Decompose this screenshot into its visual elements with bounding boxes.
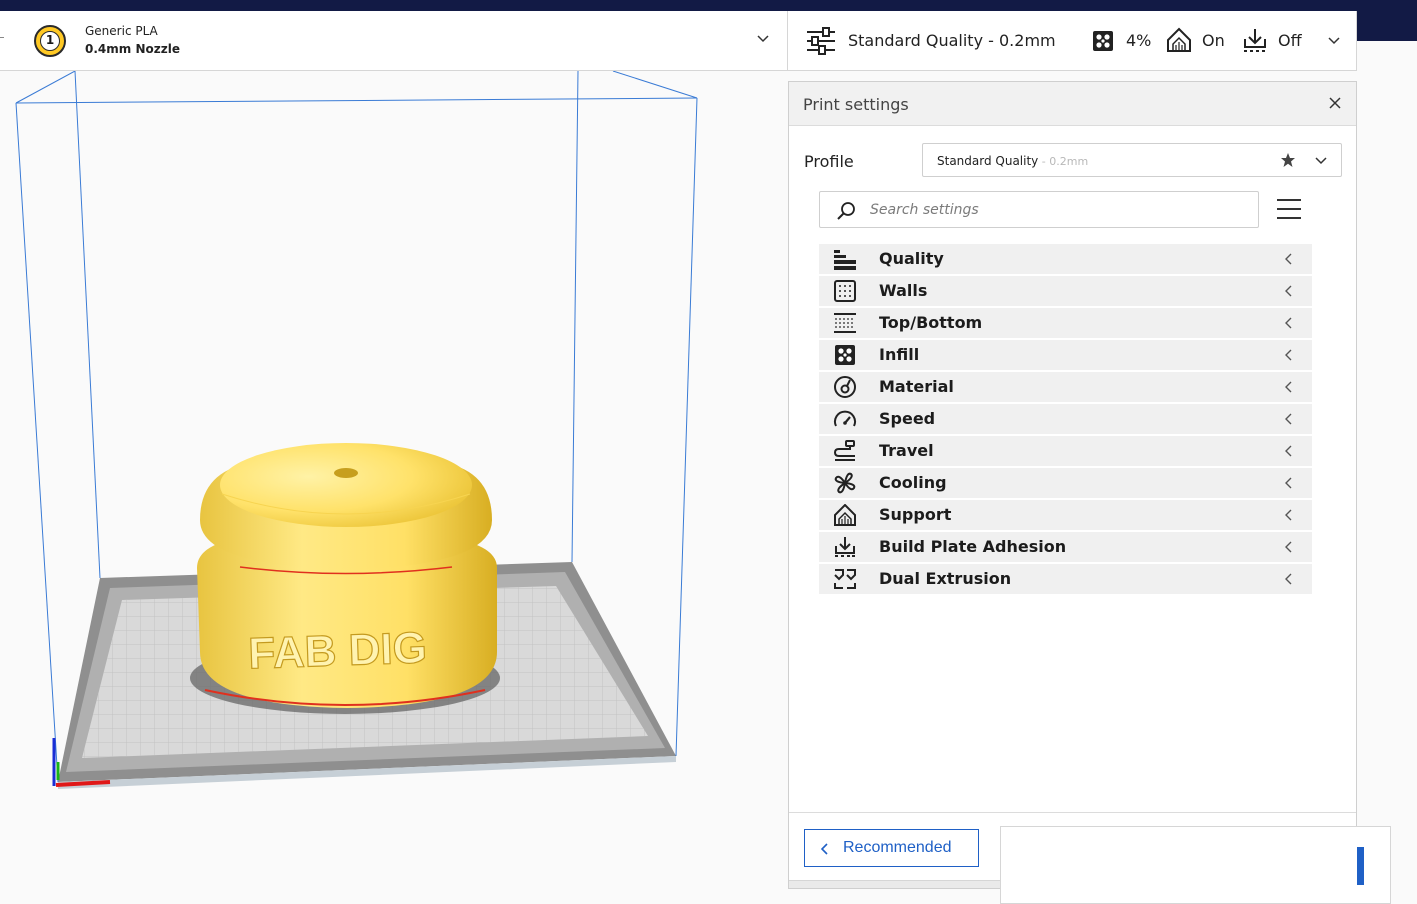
action-panel bbox=[1000, 826, 1391, 904]
support-icon bbox=[1167, 27, 1191, 52]
category-label: Quality bbox=[879, 249, 944, 268]
panel-header: Print settings bbox=[789, 82, 1356, 126]
category-label: Support bbox=[879, 505, 952, 524]
category-cooling[interactable]: Cooling bbox=[819, 468, 1312, 498]
fan-icon bbox=[834, 472, 856, 494]
sliders-icon bbox=[807, 27, 835, 55]
infill-icon bbox=[1093, 31, 1113, 51]
chevron-down-icon[interactable] bbox=[1327, 34, 1341, 48]
chevron-down-icon[interactable] bbox=[756, 31, 770, 45]
star-icon[interactable] bbox=[1280, 152, 1296, 168]
support-icon bbox=[834, 504, 856, 526]
summary-profile: Standard Quality - 0.2mm bbox=[848, 31, 1056, 50]
recommended-button[interactable]: Recommended bbox=[804, 829, 979, 867]
infill-icon bbox=[835, 345, 855, 365]
chevron-left-icon bbox=[1285, 381, 1292, 393]
dual-extrusion-icon bbox=[834, 569, 856, 589]
category-label: Material bbox=[879, 377, 954, 396]
material-icon bbox=[834, 376, 856, 398]
extruder-selector[interactable]: 1 Generic PLA 0.4mm Nozzle bbox=[0, 11, 788, 71]
category-label: Cooling bbox=[879, 473, 947, 492]
chevron-left-icon bbox=[1285, 285, 1292, 297]
extruder-badge: 1 bbox=[34, 25, 66, 57]
top-bottom-icon bbox=[834, 313, 856, 333]
category-label: Dual Extrusion bbox=[879, 569, 1012, 588]
settings-menu-icon[interactable] bbox=[1276, 197, 1302, 221]
collapse-handle[interactable] bbox=[0, 37, 4, 38]
chevron-left-icon bbox=[1285, 541, 1292, 553]
travel-icon bbox=[833, 440, 855, 461]
material-name: Generic PLA bbox=[85, 24, 158, 38]
category-top-bottom[interactable]: Top/Bottom bbox=[819, 308, 1312, 338]
adhesion-icon bbox=[1244, 29, 1266, 52]
chevron-down-icon bbox=[1315, 157, 1327, 165]
category-dual-extrusion[interactable]: Dual Extrusion bbox=[819, 564, 1312, 594]
profile-label: Profile bbox=[804, 152, 854, 171]
chevron-left-icon bbox=[1285, 445, 1292, 457]
category-material[interactable]: Material bbox=[819, 372, 1312, 402]
nozzle-name: 0.4mm Nozzle bbox=[85, 42, 180, 56]
chevron-left-icon bbox=[1285, 573, 1292, 585]
category-label: Top/Bottom bbox=[879, 313, 983, 332]
3d-viewport[interactable]: FAB DIG bbox=[0, 71, 788, 904]
app-header-corner bbox=[1357, 11, 1417, 41]
chevron-left-icon bbox=[1285, 477, 1292, 489]
summary-adhesion: Off bbox=[1278, 31, 1302, 50]
profile-dropdown[interactable]: Standard Quality - 0.2mm bbox=[922, 143, 1342, 177]
category-walls[interactable]: Walls bbox=[819, 276, 1312, 306]
summary-support: On bbox=[1202, 31, 1225, 50]
summary-infill: 4% bbox=[1126, 31, 1152, 50]
walls-icon bbox=[834, 280, 856, 302]
chevron-left-icon bbox=[1285, 413, 1292, 425]
extruder-number: 1 bbox=[40, 31, 60, 51]
category-label: Build Plate Adhesion bbox=[879, 537, 1067, 556]
print-settings-panel: Print settings Profile Standard Quality … bbox=[788, 81, 1357, 889]
app-header-bar bbox=[0, 0, 1417, 11]
chevron-left-icon bbox=[1285, 349, 1292, 361]
chevron-left-icon bbox=[1285, 509, 1292, 521]
search-icon bbox=[837, 202, 855, 220]
category-label: Walls bbox=[879, 281, 928, 300]
category-label: Infill bbox=[879, 345, 920, 364]
recommended-label: Recommended bbox=[843, 839, 952, 856]
panel-title: Print settings bbox=[803, 95, 909, 114]
category-quality[interactable]: Quality bbox=[819, 244, 1312, 274]
adhesion-icon bbox=[835, 537, 855, 557]
search-input[interactable] bbox=[870, 200, 1240, 220]
category-travel[interactable]: Travel bbox=[819, 436, 1312, 466]
model-embossed-text: FAB DIG bbox=[248, 623, 428, 678]
chevron-left-icon bbox=[1285, 253, 1292, 265]
build-volume-scene: FAB DIG bbox=[15, 71, 698, 789]
print-setup-summary[interactable]: Standard Quality - 0.2mm 4% On Off bbox=[788, 11, 1357, 71]
category-infill[interactable]: Infill bbox=[819, 340, 1312, 370]
category-support[interactable]: Support bbox=[819, 500, 1312, 530]
close-icon[interactable] bbox=[1329, 97, 1341, 109]
panel-divider bbox=[789, 812, 1356, 813]
model-hole bbox=[334, 468, 358, 478]
category-label: Speed bbox=[879, 409, 936, 428]
chevron-left-icon bbox=[1285, 317, 1292, 329]
speed-icon bbox=[834, 410, 856, 427]
category-label: Travel bbox=[879, 441, 934, 460]
profile-value: Standard Quality - 0.2mm bbox=[937, 154, 1089, 168]
quality-icon bbox=[834, 250, 856, 270]
chevron-left-icon bbox=[821, 843, 828, 855]
category-build-plate-adhesion[interactable]: Build Plate Adhesion bbox=[819, 532, 1312, 562]
search-settings[interactable] bbox=[819, 191, 1259, 228]
slice-button-edge[interactable] bbox=[1357, 847, 1364, 885]
settings-category-list: Quality Walls Top/Bottom Infill Material… bbox=[819, 244, 1312, 596]
category-speed[interactable]: Speed bbox=[819, 404, 1312, 434]
